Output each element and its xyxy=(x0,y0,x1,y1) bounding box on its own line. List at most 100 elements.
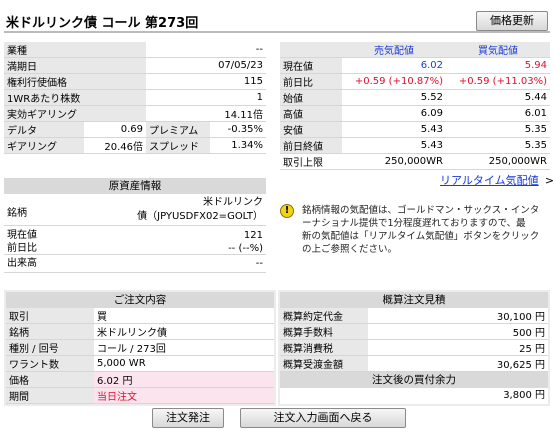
info-label: 業種 xyxy=(4,42,146,58)
quote-row: 高値 6.09 6.01 xyxy=(280,105,550,122)
order-row: 期間 当日注文 xyxy=(6,387,274,404)
order-value: コール / 273回 xyxy=(94,339,274,356)
underlying-brand-line2: 債（JPYUSDFX02=GOLT） xyxy=(137,211,263,222)
sell-quote-header: 売気配値 xyxy=(342,42,446,58)
info-value: 0.69 xyxy=(84,121,146,138)
estimate-value: 30,625 円 xyxy=(368,355,548,372)
sell-quote-value: 5.52 xyxy=(342,89,446,106)
underlying-price-value: 121 xyxy=(243,230,263,241)
buy-quote-value: 5.44 xyxy=(446,89,550,106)
underlying-price-label: 現在値 xyxy=(7,230,37,241)
sell-quote-value: 5.43 xyxy=(342,137,446,154)
buy-current-value: 5.94 xyxy=(446,57,550,74)
quote-label: 現在値 xyxy=(280,57,342,74)
estimate-panel: 概算注文見積 概算約定代金 30,100 円 概算手数料 500 円 概算消費税… xyxy=(278,290,550,406)
estimate-table: 概算約定代金 30,100 円 概算手数料 500 円 概算消費税 25 円 概… xyxy=(280,308,548,372)
order-label: 取引 xyxy=(6,308,94,324)
buying-power-header: 注文後の買付余力 xyxy=(280,372,548,388)
notice-line: ーナショナル提供で1分程度遅れておりますので、最 xyxy=(302,218,526,229)
info-value: 14.11倍 xyxy=(146,105,266,122)
order-row: ワラント数 5,000 WR xyxy=(6,355,274,372)
quote-label: 取引上限 xyxy=(280,153,342,170)
price-update-button[interactable]: 価格更新 xyxy=(476,11,548,31)
buy-quote-value: 6.01 xyxy=(446,105,550,122)
info-value: 1.34% xyxy=(210,137,266,154)
buy-quote-value: 5.35 xyxy=(446,121,550,138)
estimate-value: 30,100 円 xyxy=(368,308,548,324)
info-split-row: デルタ 0.69 プレミアム -0.35% xyxy=(4,121,266,138)
order-label: 銘柄 xyxy=(6,323,94,340)
buying-power-value: 3,800 円 xyxy=(280,388,548,404)
notice-line: 新の気配値は「リアルタイム気配値」ボタンをクリック xyxy=(302,231,540,242)
underlying-volume-value: -- xyxy=(255,258,263,269)
info-row: 満期日 07/05/23 xyxy=(4,57,266,74)
estimate-section-header: 概算注文見積 xyxy=(280,292,548,308)
info-label: 実効ギアリング xyxy=(4,105,146,122)
notice-line: の上ご参照ください。 xyxy=(302,244,398,255)
underlying-brand-row: 銘柄 米ドルリンク 債（JPYUSDFX02=GOLT） xyxy=(4,196,266,226)
underlying-brand-label: 銘柄 xyxy=(7,208,27,219)
underlying-change-label: 前日比 xyxy=(7,243,37,254)
info-value: 07/05/23 xyxy=(146,57,266,74)
order-row: 取引 買 xyxy=(6,308,274,324)
estimate-row: 概算約定代金 30,100 円 xyxy=(280,308,548,324)
estimate-label: 概算手数料 xyxy=(280,323,368,340)
realtime-quote-link-wrap: リアルタイム気配値 > xyxy=(440,172,554,188)
info-split-row: ギアリング 20.46倍 スプレッド 1.34% xyxy=(4,137,266,154)
info-value: -- xyxy=(146,42,266,58)
page-title: 米ドルリンク債 コール 第273回 xyxy=(6,16,199,31)
quote-row: 前日比 +0.59 (+10.87%) +0.59 (+11.03%) xyxy=(280,73,550,90)
order-details-table: 取引 買 銘柄 米ドルリンク債 種別 / 回号 コール / 273回 ワラント数… xyxy=(6,308,274,404)
order-row: 価格 6.02 円 xyxy=(6,371,274,388)
header-divider xyxy=(4,31,550,33)
underlying-volume-row: 出来高 -- xyxy=(4,255,266,273)
sell-quote-value: 6.09 xyxy=(342,105,446,122)
info-value: 1 xyxy=(146,89,266,106)
info-row: 1WRあたり株数 1 xyxy=(4,89,266,106)
sell-quote-value: 250,000WR xyxy=(342,153,446,170)
estimate-row: 概算受渡金額 30,625 円 xyxy=(280,355,548,372)
buy-change-value: +0.59 (+11.03%) xyxy=(446,73,550,90)
underlying-section-header: 原資産情報 xyxy=(4,178,266,194)
back-to-order-entry-button[interactable]: 注文入力画面へ戻る xyxy=(240,408,406,428)
underlying-brand-line1: 米ドルリンク xyxy=(203,197,263,208)
estimate-label: 概算消費税 xyxy=(280,339,368,356)
order-label: 期間 xyxy=(6,387,94,404)
order-section-header: ご注文内容 xyxy=(6,292,274,308)
warning-icon: ! xyxy=(280,204,294,218)
info-label: 1WRあたり株数 xyxy=(4,89,146,106)
submit-order-button[interactable]: 注文発注 xyxy=(152,408,224,428)
sell-quote-value: 5.43 xyxy=(342,121,446,138)
order-label: 種別 / 回号 xyxy=(6,339,94,356)
quote-label: 始値 xyxy=(280,89,342,106)
estimate-value: 500 円 xyxy=(368,323,548,340)
info-value: 20.46倍 xyxy=(84,137,146,154)
realtime-quote-link[interactable]: リアルタイム気配値 xyxy=(440,174,539,187)
underlying-info: 銘柄 米ドルリンク 債（JPYUSDFX02=GOLT） 現在値 121 前日比… xyxy=(4,196,266,273)
estimate-value: 25 円 xyxy=(368,339,548,356)
underlying-price-row: 現在値 121 xyxy=(4,229,266,242)
info-row: 権利行使価格 115 xyxy=(4,73,266,90)
info-label: ギアリング xyxy=(4,137,84,154)
underlying-change-value: -- (--%) xyxy=(228,243,263,254)
buy-quote-value: 5.35 xyxy=(446,137,550,154)
info-label: プレミアム xyxy=(146,121,210,138)
info-label: 満期日 xyxy=(4,57,146,74)
quote-row: 始値 5.52 5.44 xyxy=(280,89,550,106)
info-row: 業種 -- xyxy=(4,42,266,58)
info-label: デルタ xyxy=(4,121,84,138)
estimate-label: 概算約定代金 xyxy=(280,308,368,324)
underlying-volume-label: 出来高 xyxy=(7,258,37,269)
quote-row: 取引上限 250,000WR 250,000WR xyxy=(280,153,550,170)
order-label: ワラント数 xyxy=(6,355,94,372)
info-value: 115 xyxy=(146,73,266,90)
quote-table: 売気配値 買気配値 現在値 6.02 5.94 前日比 +0.59 (+10.8… xyxy=(280,42,550,170)
notice-line: 銘柄情報の気配値は、ゴールドマン・サックス・インタ xyxy=(302,205,540,216)
quote-header-row: 売気配値 買気配値 xyxy=(280,42,550,58)
order-details-panel: ご注文内容 取引 買 銘柄 米ドルリンク債 種別 / 回号 コール / 273回… xyxy=(4,290,276,406)
info-row: 実効ギアリング 14.11倍 xyxy=(4,105,266,122)
sell-current-value: 6.02 xyxy=(342,57,446,74)
quote-header-blank xyxy=(280,42,342,58)
estimate-row: 概算消費税 25 円 xyxy=(280,339,548,356)
underlying-brand-value: 米ドルリンク 債（JPYUSDFX02=GOLT） xyxy=(64,196,266,225)
